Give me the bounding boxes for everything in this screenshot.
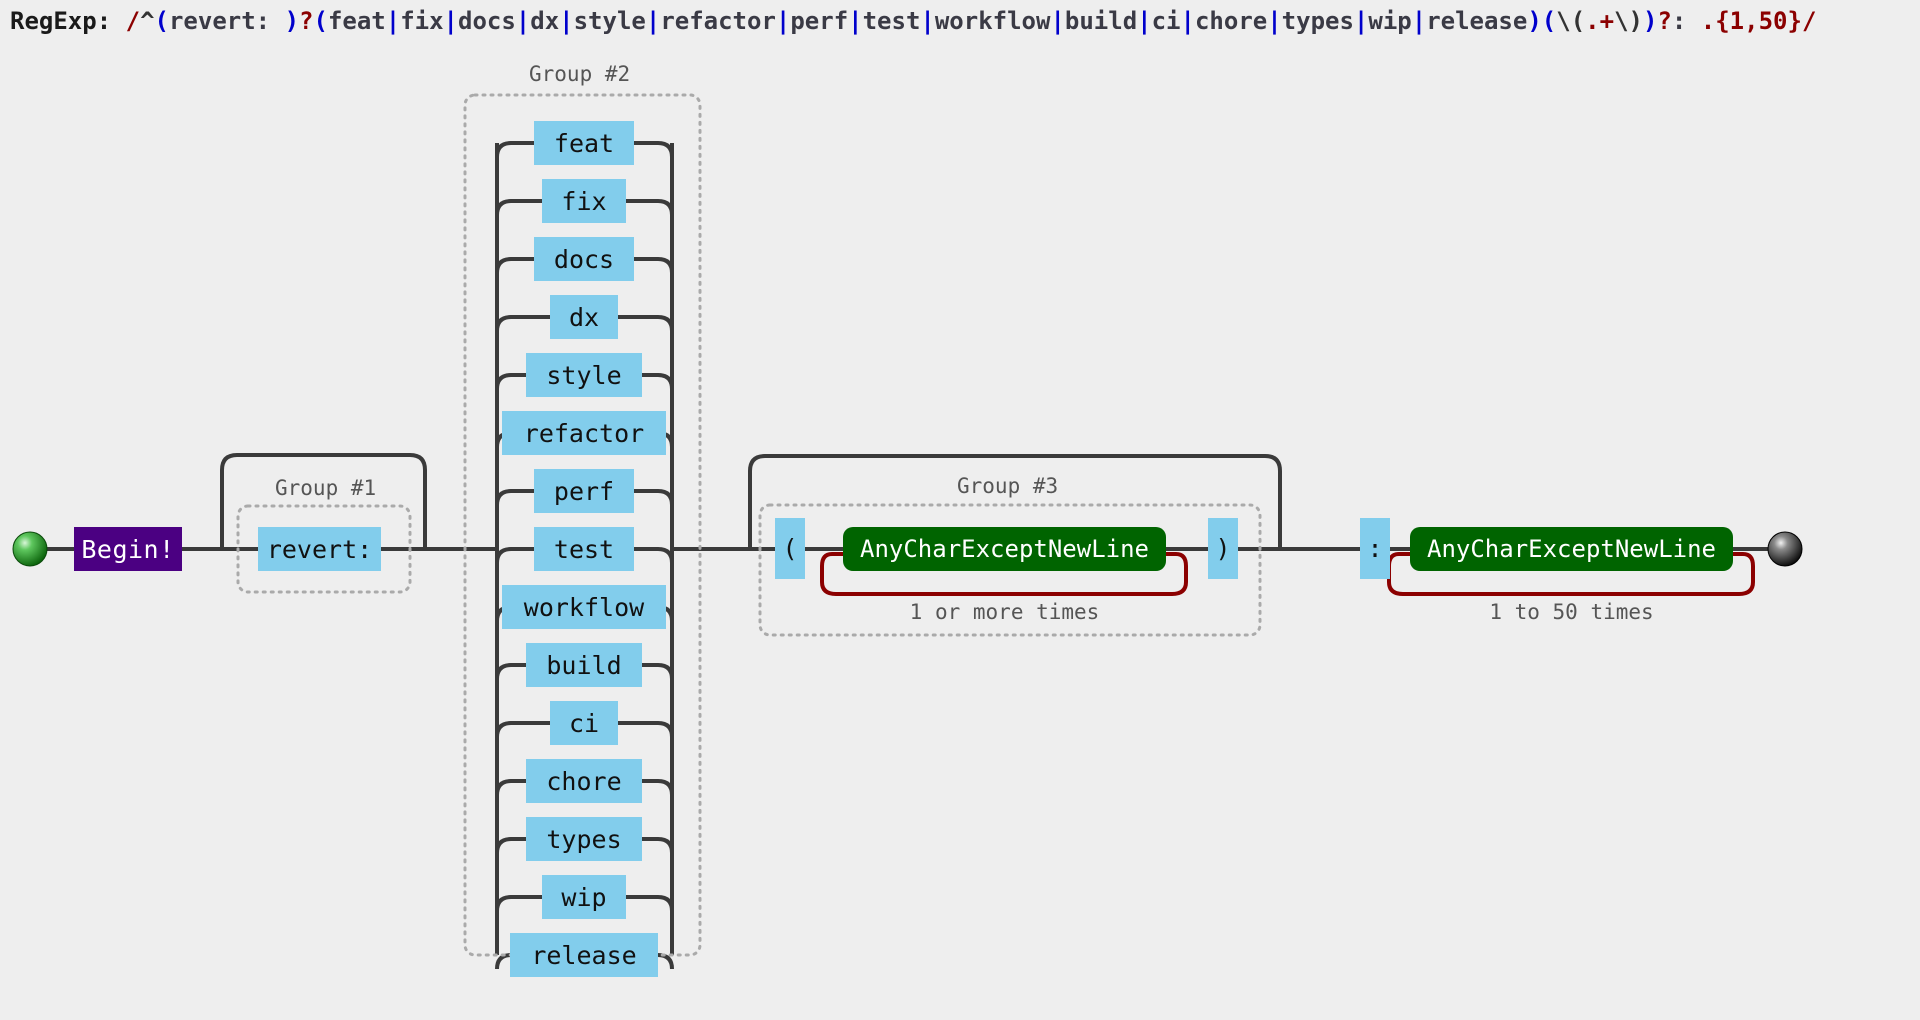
charclass-any-char-1: AnyCharExceptNewLine <box>843 527 1166 571</box>
alt-rail-left-fix <box>495 199 542 216</box>
alt-rail-right-dx <box>618 315 674 332</box>
alt-rail-left-style <box>495 373 526 390</box>
alt-rail-right-perf <box>634 489 674 506</box>
alt-rail-left-wip <box>495 895 542 912</box>
alternative-style: style <box>526 353 642 397</box>
literal-open-paren: ( <box>775 518 805 579</box>
literal-revert: revert: <box>258 527 381 571</box>
diagram-lines <box>12 93 1803 970</box>
alt-rail-right-chore <box>642 779 674 796</box>
charclass-any-char-2: AnyCharExceptNewLine <box>1410 527 1733 571</box>
group3-label: Group #3 <box>957 474 1059 498</box>
alt-rail-left-build <box>495 663 526 680</box>
alt-rail-right-style <box>642 373 674 390</box>
alt-rail-left-test <box>495 547 534 564</box>
alt-rail-right-release <box>657 953 674 970</box>
alternative-chore: chore <box>526 759 642 803</box>
start-circle <box>12 531 48 567</box>
alt-rail-right-feat <box>634 141 674 158</box>
alt-rail-right-wip <box>626 895 674 912</box>
alt-rail-right-types <box>642 837 674 854</box>
alternative-refactor: refactor <box>502 411 666 455</box>
alternative-dx: dx <box>550 295 618 339</box>
alt-rail-left-ci <box>495 721 550 738</box>
alt-rail-right-docs <box>634 257 674 274</box>
alt-rail-left-types <box>495 837 526 854</box>
group2-label: Group #2 <box>529 62 631 86</box>
alt-rail-right-test <box>634 547 674 564</box>
literal-close-paren: ) <box>1208 518 1238 579</box>
alternative-workflow: workflow <box>502 585 666 629</box>
alternative-build: build <box>526 643 642 687</box>
tail-quantifier-label: 1 to 50 times <box>1489 600 1654 624</box>
alt-rail-left-dx <box>495 315 550 332</box>
alt-rail-left-chore <box>495 779 526 796</box>
alt-rail-left-feat <box>495 141 534 158</box>
alternative-feat: feat <box>534 121 634 165</box>
group1-label: Group #1 <box>275 476 377 500</box>
alternative-types: types <box>526 817 642 861</box>
alt-rail-right-build <box>642 663 674 680</box>
alt-rail-left-docs <box>495 257 534 274</box>
alt-rail-right-ci <box>618 721 674 738</box>
alternative-perf: perf <box>534 469 634 513</box>
alt-rail-right-fix <box>626 199 674 216</box>
literal-colon: : <box>1360 518 1390 579</box>
alternative-test: test <box>534 527 634 571</box>
begin-node: Begin! <box>74 527 182 571</box>
alternative-wip: wip <box>542 875 626 919</box>
group3-quantifier-label: 1 or more times <box>909 600 1100 624</box>
alt-rail-left-release <box>495 953 512 970</box>
alternative-fix: fix <box>542 179 626 223</box>
railroad-diagram: Begin! Group #1 revert: Group #2 feat fix… <box>0 0 1920 1020</box>
alternative-release: release <box>510 933 658 977</box>
alt-rail-left-perf <box>495 489 534 506</box>
alternative-ci: ci <box>550 701 618 745</box>
alternative-docs: docs <box>534 237 634 281</box>
end-circle <box>1767 531 1803 567</box>
